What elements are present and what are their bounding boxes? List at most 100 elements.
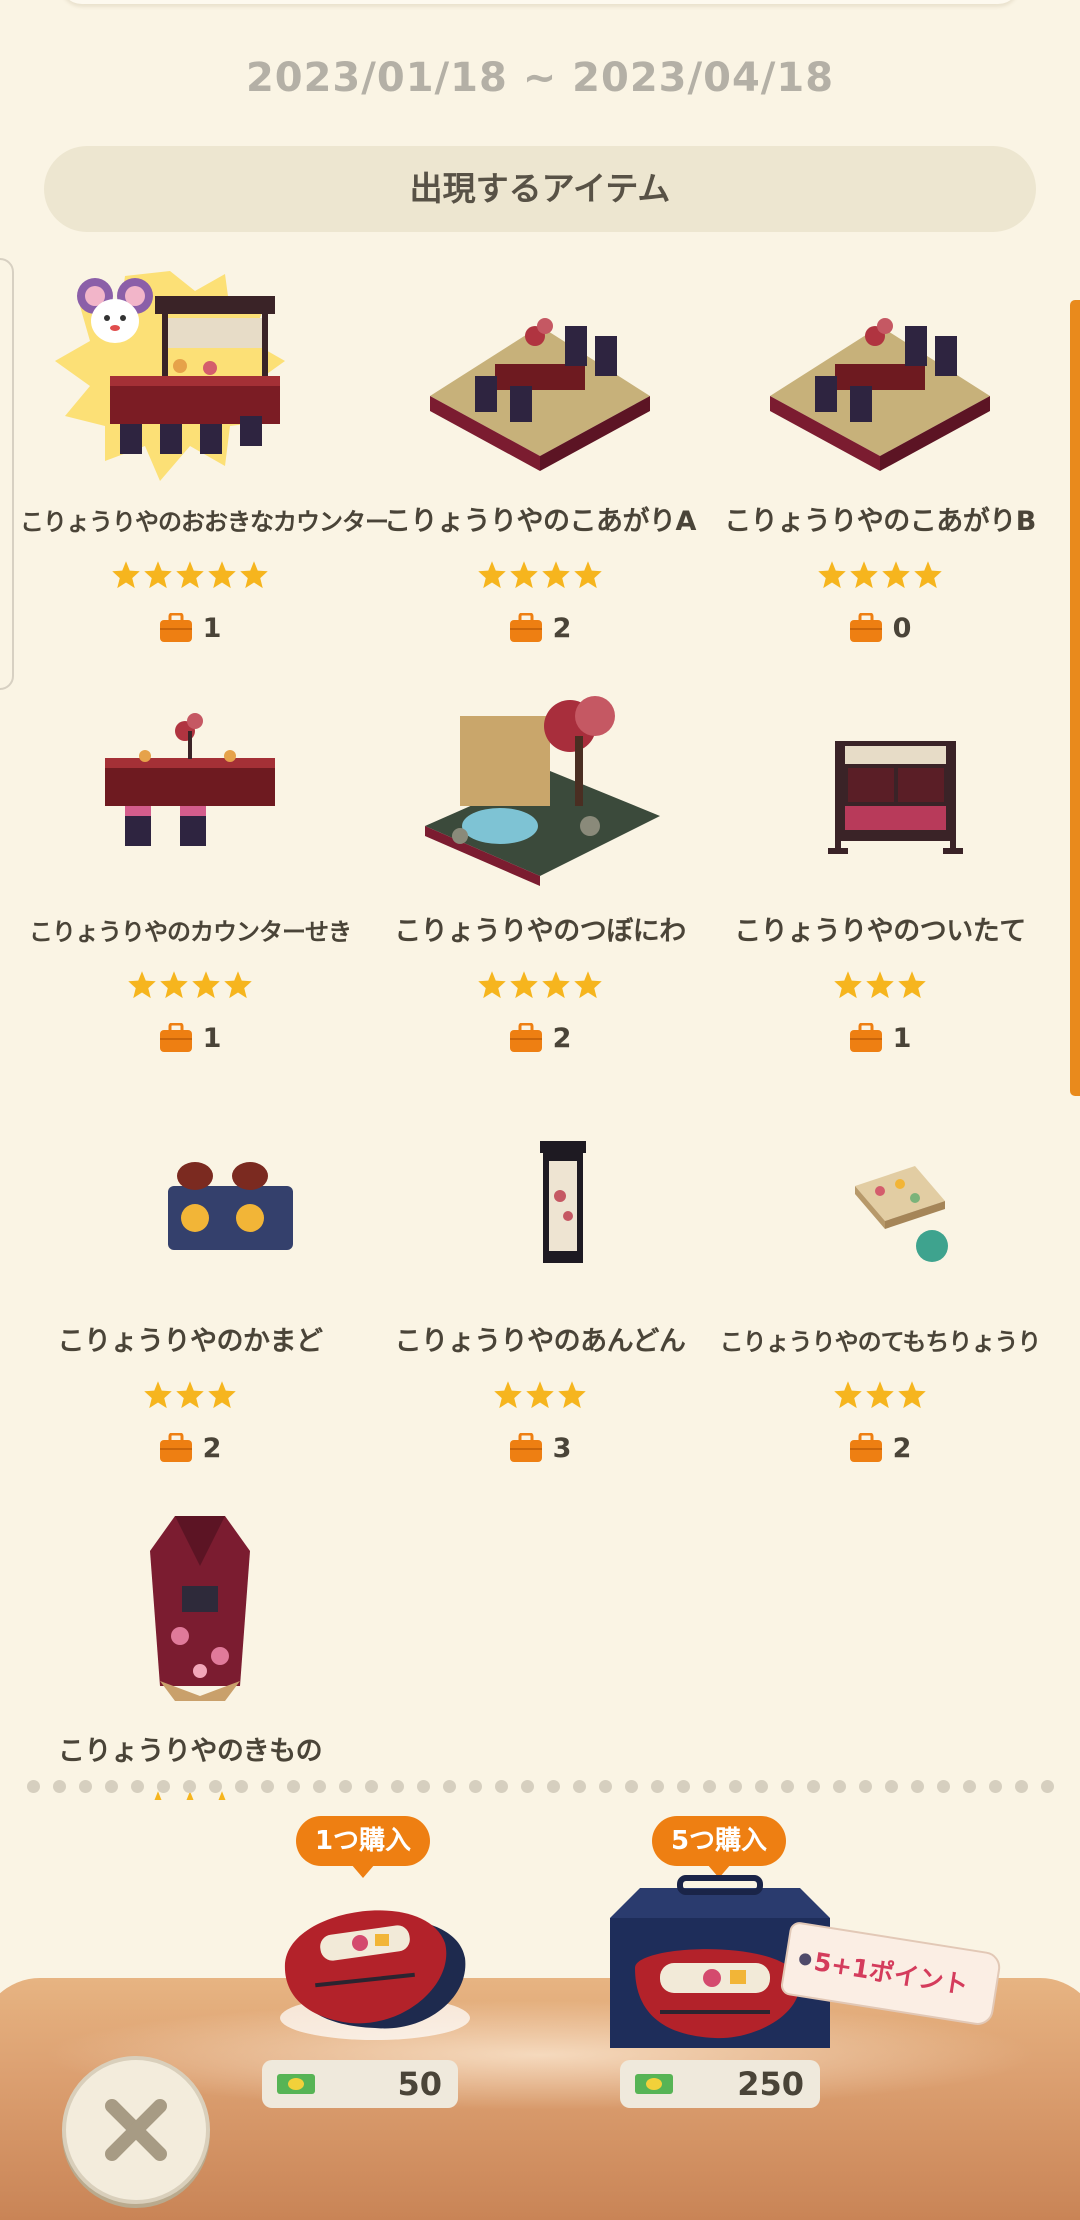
item-name: こりょうりやのつぼにわ <box>394 916 686 947</box>
buy-five-tag: 5つ購入 <box>652 1816 786 1878</box>
star-icon <box>478 561 506 589</box>
item-thumbnail <box>740 266 1020 486</box>
rarity-stars <box>370 1380 710 1416</box>
item-thumbnail <box>400 676 680 896</box>
item-thumbnail <box>50 676 330 896</box>
star-icon <box>128 971 156 999</box>
star-icon <box>834 971 862 999</box>
leaf-ticket-icon <box>277 2074 315 2094</box>
star-icon <box>208 1381 236 1409</box>
item-card[interactable]: こりょうりやのこあがりB 0 <box>710 266 1050 666</box>
item-thumbnail <box>400 266 680 486</box>
item-card[interactable]: こりょうりやのこあがりA 2 <box>370 266 710 666</box>
item-thumbnail <box>400 1086 680 1306</box>
item-card[interactable]: こりょうりやのつぼにわ 2 <box>370 676 710 1076</box>
dotted-divider <box>0 1780 1080 1800</box>
item-name: こりょうりやのきもの <box>57 1736 323 1767</box>
item-name: こりょうりやのこあがりB <box>724 506 1036 537</box>
star-icon <box>176 1381 204 1409</box>
star-icon <box>160 971 188 999</box>
section-header: 出現するアイテム <box>44 146 1036 232</box>
star-icon <box>224 971 252 999</box>
toolbox-icon <box>159 613 192 642</box>
side-panel-edge[interactable] <box>0 258 14 690</box>
star-icon <box>834 1381 862 1409</box>
toolbox-icon <box>509 613 542 642</box>
rarity-stars <box>710 560 1050 596</box>
star-icon <box>542 561 570 589</box>
star-icon <box>494 1381 522 1409</box>
buy-one-cookie[interactable] <box>255 1868 495 2048</box>
toolbox-icon <box>509 1433 542 1462</box>
item-card[interactable]: こりょうりやのついたて 1 <box>710 676 1050 1076</box>
scrollbar[interactable] <box>1070 300 1080 1096</box>
rarity-stars <box>20 560 360 596</box>
star-icon <box>866 971 894 999</box>
item-thumbnail <box>50 1086 330 1306</box>
star-icon <box>510 561 538 589</box>
owned-count: 1 <box>20 608 360 648</box>
rarity-stars <box>370 560 710 596</box>
star-icon <box>850 561 878 589</box>
star-icon <box>882 561 910 589</box>
leaf-ticket-icon <box>635 2074 673 2094</box>
star-icon <box>542 971 570 999</box>
owned-count: 2 <box>370 1018 710 1058</box>
item-thumbnail <box>740 676 1020 896</box>
rarity-stars <box>370 970 710 1006</box>
date-range: 2023/01/18 ~ 2023/04/18 <box>245 55 835 101</box>
item-name: こりょうりやのおおきなカウンター <box>20 508 389 536</box>
toolbox-icon <box>849 1023 882 1052</box>
owned-count: 2 <box>710 1428 1050 1468</box>
star-icon <box>574 561 602 589</box>
buy-one-tag: 1つ購入 <box>296 1816 430 1878</box>
toolbox-icon <box>159 1023 192 1052</box>
single-price: 50 <box>262 2060 458 2108</box>
star-icon <box>176 561 204 589</box>
star-icon <box>144 1381 172 1409</box>
star-icon <box>914 561 942 589</box>
toolbox-icon <box>509 1023 542 1052</box>
star-icon <box>112 561 140 589</box>
item-card[interactable]: こりょうりやのあんどん 3 <box>370 1086 710 1486</box>
item-thumbnail <box>740 1086 1020 1306</box>
item-card[interactable]: こりょうりやのてもちりょうり 2 <box>710 1086 1050 1486</box>
bundle-price: 250 <box>620 2060 820 2108</box>
item-name: こりょうりやのついたて <box>734 916 1026 947</box>
star-icon <box>898 1381 926 1409</box>
star-icon <box>866 1381 894 1409</box>
item-name: こりょうりやのかまど <box>57 1326 324 1357</box>
item-thumbnail <box>50 1496 330 1716</box>
rarity-stars <box>20 1380 360 1416</box>
star-icon <box>144 561 172 589</box>
toolbox-icon <box>849 613 882 642</box>
item-card[interactable]: こりょうりやのおおきなカウンター 1 <box>20 266 389 666</box>
star-icon <box>510 971 538 999</box>
item-thumbnail <box>50 266 330 486</box>
star-icon <box>192 971 220 999</box>
item-name: こりょうりやのてもちりょうり <box>719 1328 1042 1356</box>
owned-count: 0 <box>710 608 1050 648</box>
item-name: こりょうりやのこあがりA <box>384 506 696 537</box>
owned-count: 1 <box>20 1018 360 1058</box>
previous-card-edge <box>60 0 1020 4</box>
star-icon <box>526 1381 554 1409</box>
star-icon <box>898 971 926 999</box>
star-icon <box>574 971 602 999</box>
owned-count: 3 <box>370 1428 710 1468</box>
star-icon <box>208 561 236 589</box>
item-card[interactable]: こりょうりやのかまど 2 <box>20 1086 360 1486</box>
item-card[interactable]: こりょうりやのカウンターせき 1 <box>20 676 360 1076</box>
toolbox-icon <box>159 1433 192 1462</box>
star-icon <box>818 561 846 589</box>
item-name: こりょうりやのカウンターせき <box>29 918 352 946</box>
star-icon <box>478 971 506 999</box>
owned-count: 2 <box>20 1428 360 1468</box>
close-button[interactable] <box>62 2056 210 2204</box>
star-icon <box>558 1381 586 1409</box>
rarity-stars <box>710 1380 1050 1416</box>
rarity-stars <box>20 970 360 1006</box>
owned-count: 1 <box>710 1018 1050 1058</box>
owned-count: 2 <box>370 608 710 648</box>
rarity-stars <box>710 970 1050 1006</box>
